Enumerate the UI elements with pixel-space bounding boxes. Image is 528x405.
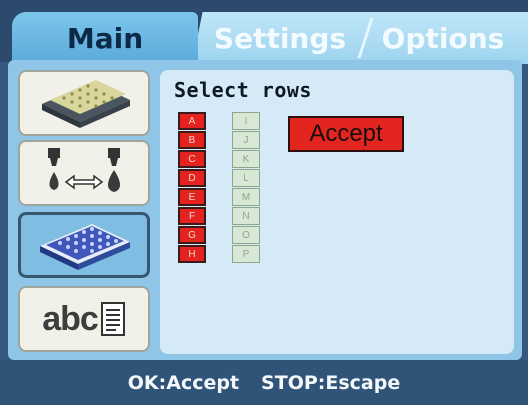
sidebar-item-dispense[interactable] xyxy=(18,140,150,206)
footer-hints: OK:Accept STOP:Escape xyxy=(0,360,528,405)
abc-text: abc xyxy=(42,299,99,338)
row-button-i[interactable]: I xyxy=(232,112,260,130)
row-button-a[interactable]: A xyxy=(178,112,206,130)
row-button-m[interactable]: M xyxy=(232,188,260,206)
row-button-g[interactable]: G xyxy=(178,226,206,244)
row-button-p[interactable]: P xyxy=(232,245,260,263)
row-button-c[interactable]: C xyxy=(178,150,206,168)
accept-button[interactable]: Accept xyxy=(288,116,404,152)
plate-select-icon xyxy=(40,224,130,270)
document-icon xyxy=(100,302,125,336)
tab-settings-label: Settings xyxy=(213,21,347,55)
row-button-e[interactable]: E xyxy=(178,188,206,206)
row-button-o[interactable]: O xyxy=(232,226,260,244)
row-button-h[interactable]: H xyxy=(178,245,206,263)
ok-hint: OK:Accept xyxy=(127,371,240,394)
tab-settings[interactable]: Settings xyxy=(192,12,368,64)
tab-options-label: Options xyxy=(381,21,505,55)
main-panel: abc Select rows A B C D E F G H I J K L … xyxy=(8,60,522,360)
plates-icon xyxy=(42,80,130,128)
row-button-d[interactable]: D xyxy=(178,169,206,187)
content-area: Select rows A B C D E F G H I J K L M N … xyxy=(160,70,514,354)
tab-main[interactable]: Main xyxy=(12,12,198,64)
row-button-j[interactable]: J xyxy=(232,131,260,149)
tab-main-label: Main xyxy=(66,21,144,55)
tab-bar: Options Settings Main xyxy=(0,0,528,64)
row-button-l[interactable]: L xyxy=(232,169,260,187)
dispense-transfer-icon xyxy=(48,148,120,192)
sidebar-item-plate-select[interactable] xyxy=(18,212,150,278)
row-button-f[interactable]: F xyxy=(178,207,206,225)
tab-options[interactable]: Options xyxy=(358,12,528,64)
stop-hint: STOP:Escape xyxy=(261,371,401,394)
sidebar-item-text-label[interactable]: abc xyxy=(18,286,150,352)
row-button-k[interactable]: K xyxy=(232,150,260,168)
row-button-b[interactable]: B xyxy=(178,131,206,149)
device-screen: Options Settings Main abc Select rows A … xyxy=(0,0,528,405)
row-button-n[interactable]: N xyxy=(232,207,260,225)
page-title: Select rows xyxy=(174,78,312,102)
sidebar-item-plates[interactable] xyxy=(18,70,150,136)
